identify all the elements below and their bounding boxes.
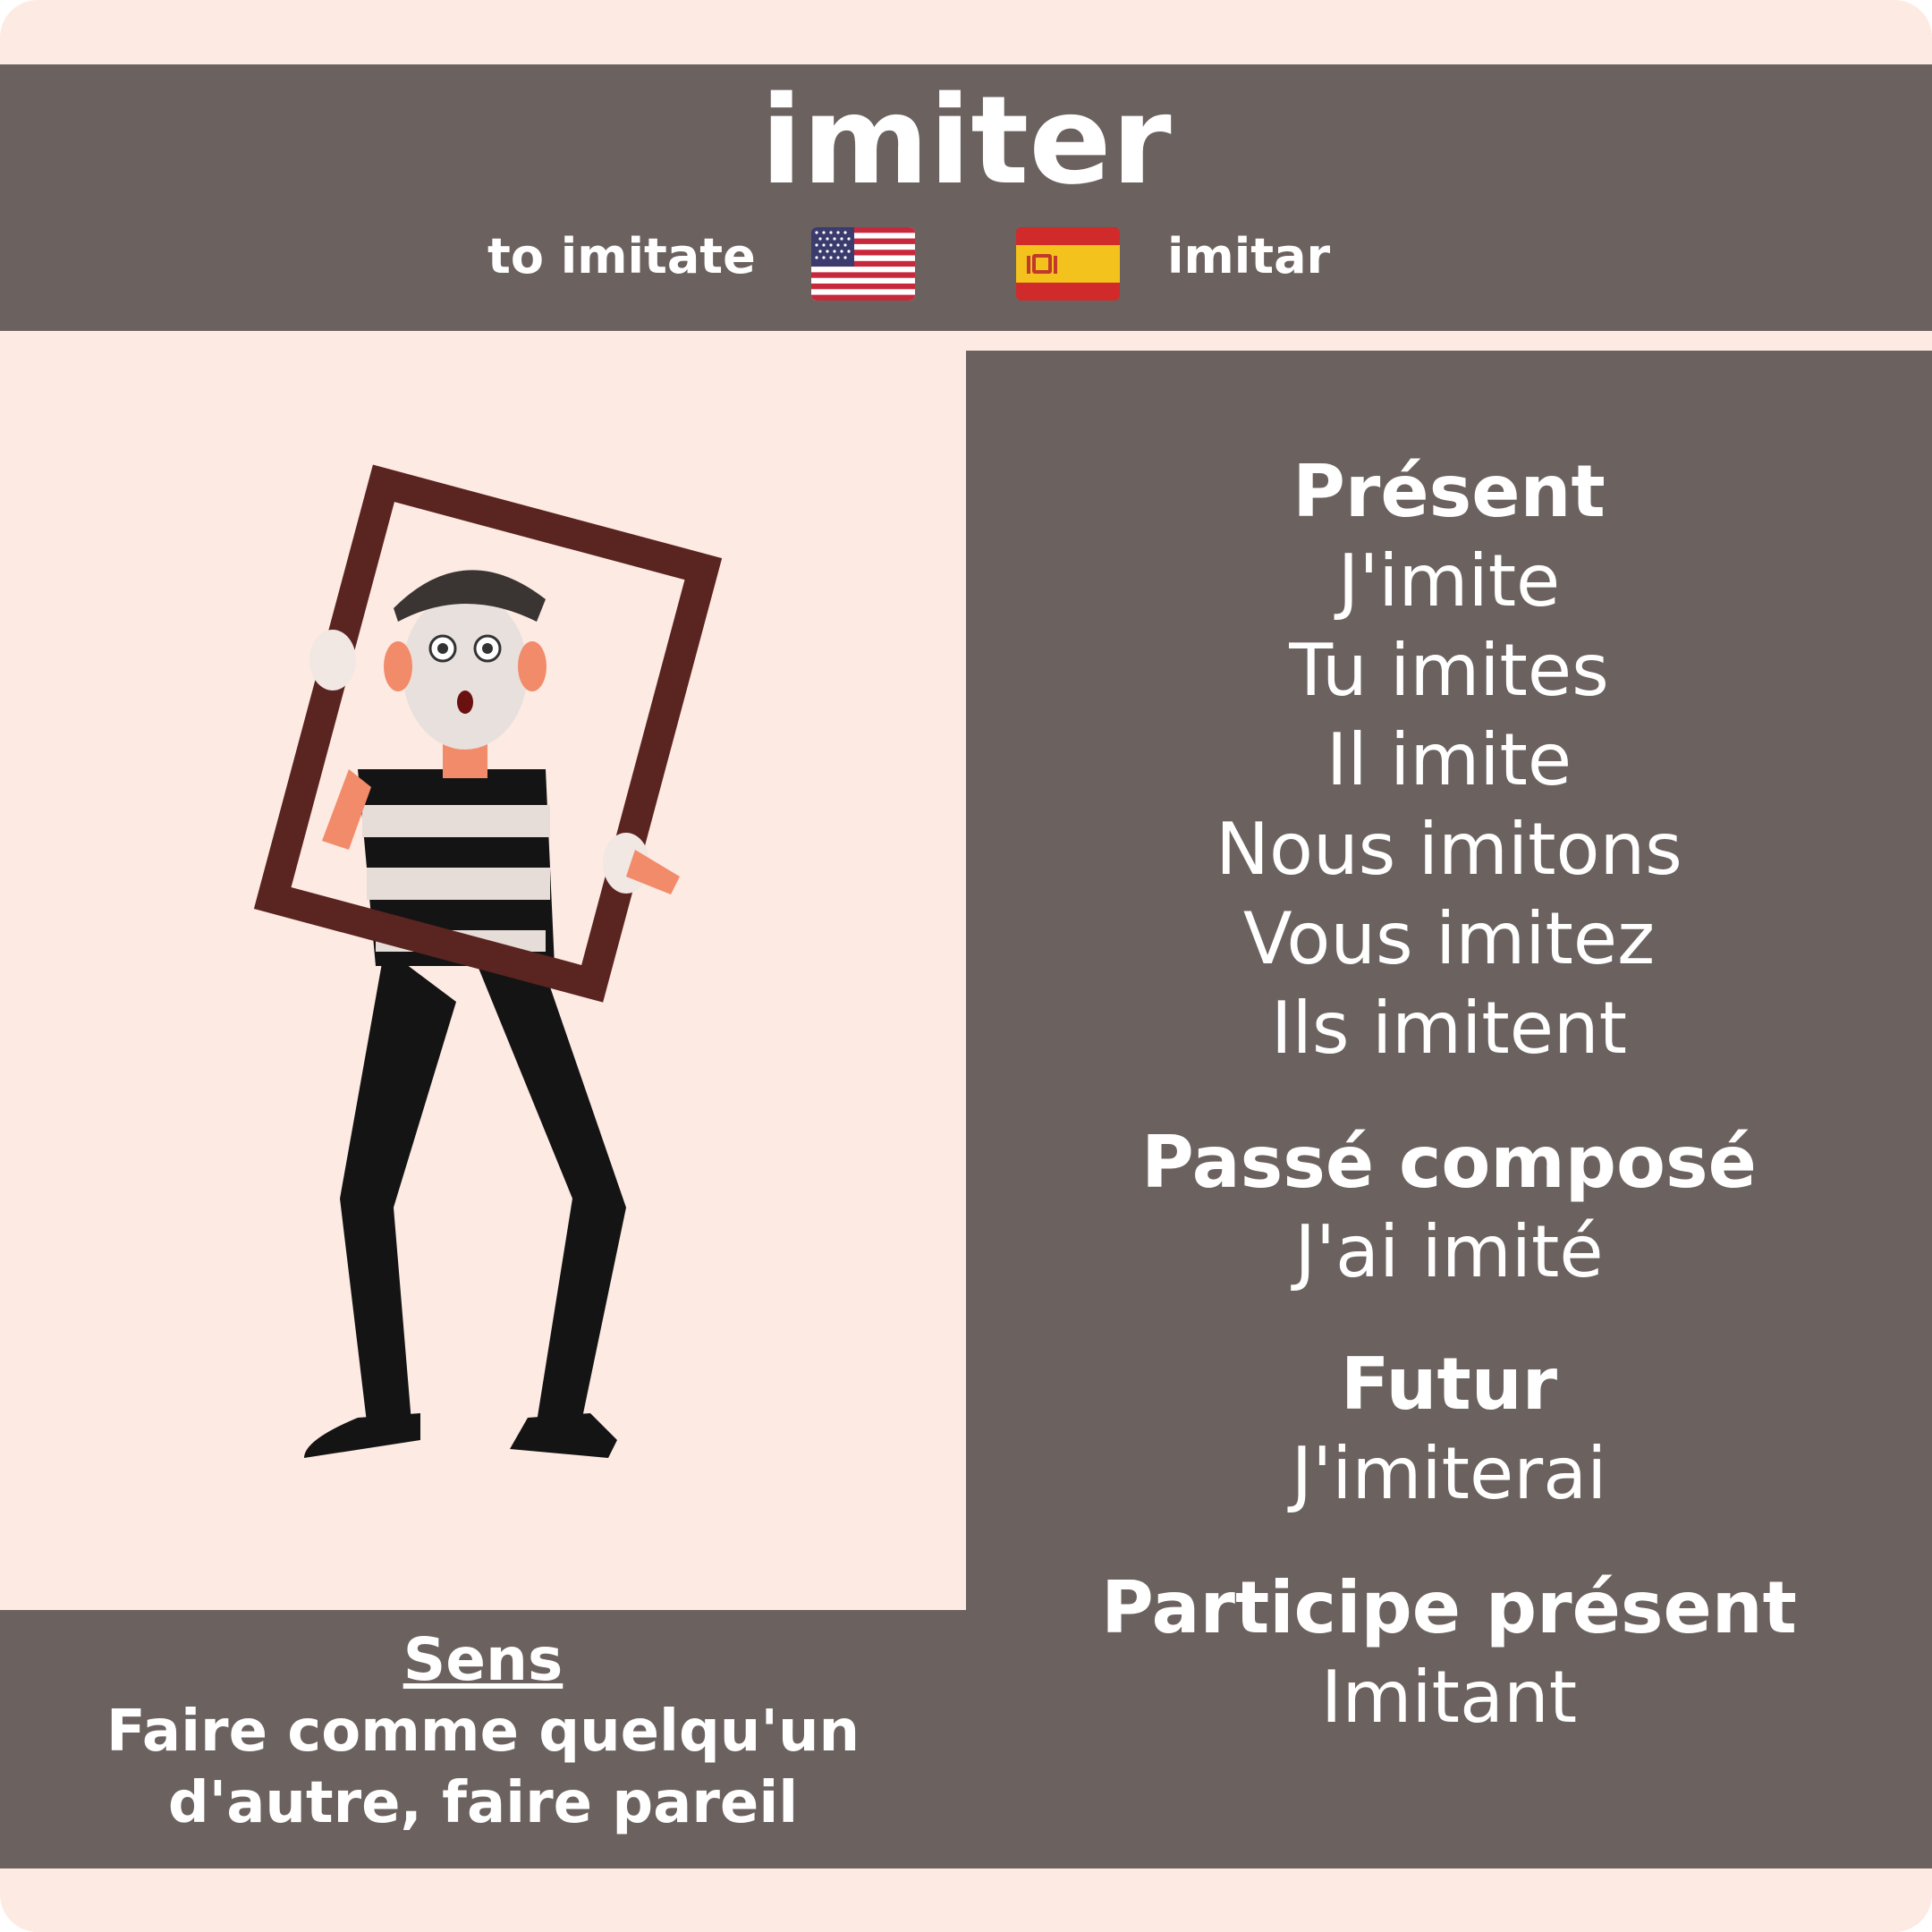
present-form-5: Vous imitez xyxy=(1242,897,1656,980)
spanish-translation: imitar xyxy=(1167,228,1331,284)
mime-holding-frame-icon xyxy=(253,464,723,1458)
present-title: Présent xyxy=(1292,450,1606,533)
present-section: Présent J'imite Tu imites Il imite Nous … xyxy=(966,447,1932,1073)
present-form-3: Il imite xyxy=(1326,718,1572,801)
present-form-6: Ils imitent xyxy=(1271,987,1627,1070)
present-form-2: Tu imites xyxy=(1289,629,1609,712)
verb-title: imiter xyxy=(760,71,1172,212)
us-flag-icon xyxy=(811,227,915,301)
participe-present-form: Imitant xyxy=(1320,1656,1578,1739)
meaning-text: Faire comme quelqu'un d'autre, faire par… xyxy=(36,1696,930,1839)
verb-card: imiter to imitate imitar Présent J'imite… xyxy=(0,0,1932,1932)
futur-section: Futur J'imiterai xyxy=(966,1340,1932,1519)
passe-compose-form: J'ai imité xyxy=(1294,1210,1604,1293)
participe-present-section: Participe présent Imitant xyxy=(966,1563,1932,1742)
meaning-title: Sens xyxy=(402,1625,564,1694)
present-form-1: J'imite xyxy=(1337,539,1561,623)
english-translation: to imitate xyxy=(487,228,756,284)
passe-compose-title: Passé composé xyxy=(1141,1121,1757,1204)
passe-compose-section: Passé composé J'ai imité xyxy=(966,1118,1932,1297)
futur-title: Futur xyxy=(1340,1343,1558,1426)
futur-form: J'imiterai xyxy=(1291,1432,1607,1515)
meaning-line-2: d'autre, faire pareil xyxy=(167,1770,799,1836)
meaning-line-1: Faire comme quelqu'un xyxy=(106,1699,860,1765)
present-form-4: Nous imitons xyxy=(1216,808,1682,891)
spain-flag-icon xyxy=(1016,227,1120,301)
participe-present-title: Participe présent xyxy=(1101,1566,1797,1649)
